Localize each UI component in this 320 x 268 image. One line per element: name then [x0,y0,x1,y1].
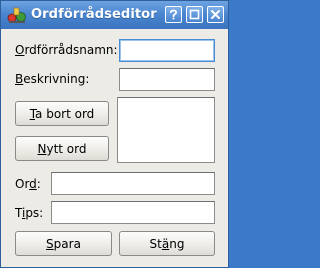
ordforradsnamn-label: Ordförrådsnamn: [15,43,118,57]
maximize-icon [189,9,200,20]
title-bar[interactable]: Ordförrådseditor [1,1,228,29]
close-icon [211,10,220,19]
save-label: Spara [46,236,81,251]
app-icon[interactable] [6,6,28,24]
ord-label: Ord: [15,177,41,191]
help-button[interactable] [165,6,182,23]
word-list[interactable] [117,97,215,163]
save-button[interactable]: Spara [15,231,112,256]
remove-word-label: Ta bort ord [29,106,95,121]
close-dialog-label: Stäng [149,236,185,251]
beskrivning-label: Beskrivning: [15,72,90,86]
new-word-button[interactable]: Nytt ord [15,136,109,161]
beskrivning-input[interactable] [119,68,215,91]
help-icon [169,9,178,20]
tips-input[interactable] [51,201,215,224]
ord-input[interactable] [51,172,215,195]
remove-word-button[interactable]: Ta bort ord [15,101,109,126]
window-title: Ordförrådseditor [31,7,157,22]
ordforradsnamn-input[interactable] [119,39,215,62]
maximize-button[interactable] [186,6,203,23]
close-button[interactable] [207,6,224,23]
vocabulary-editor-window: Ordförrådseditor Ordförrådsnamn: Beskriv… [0,0,229,268]
new-word-label: Nytt ord [37,141,87,156]
tips-label: Tips: [15,206,44,220]
close-dialog-button[interactable]: Stäng [119,231,215,256]
